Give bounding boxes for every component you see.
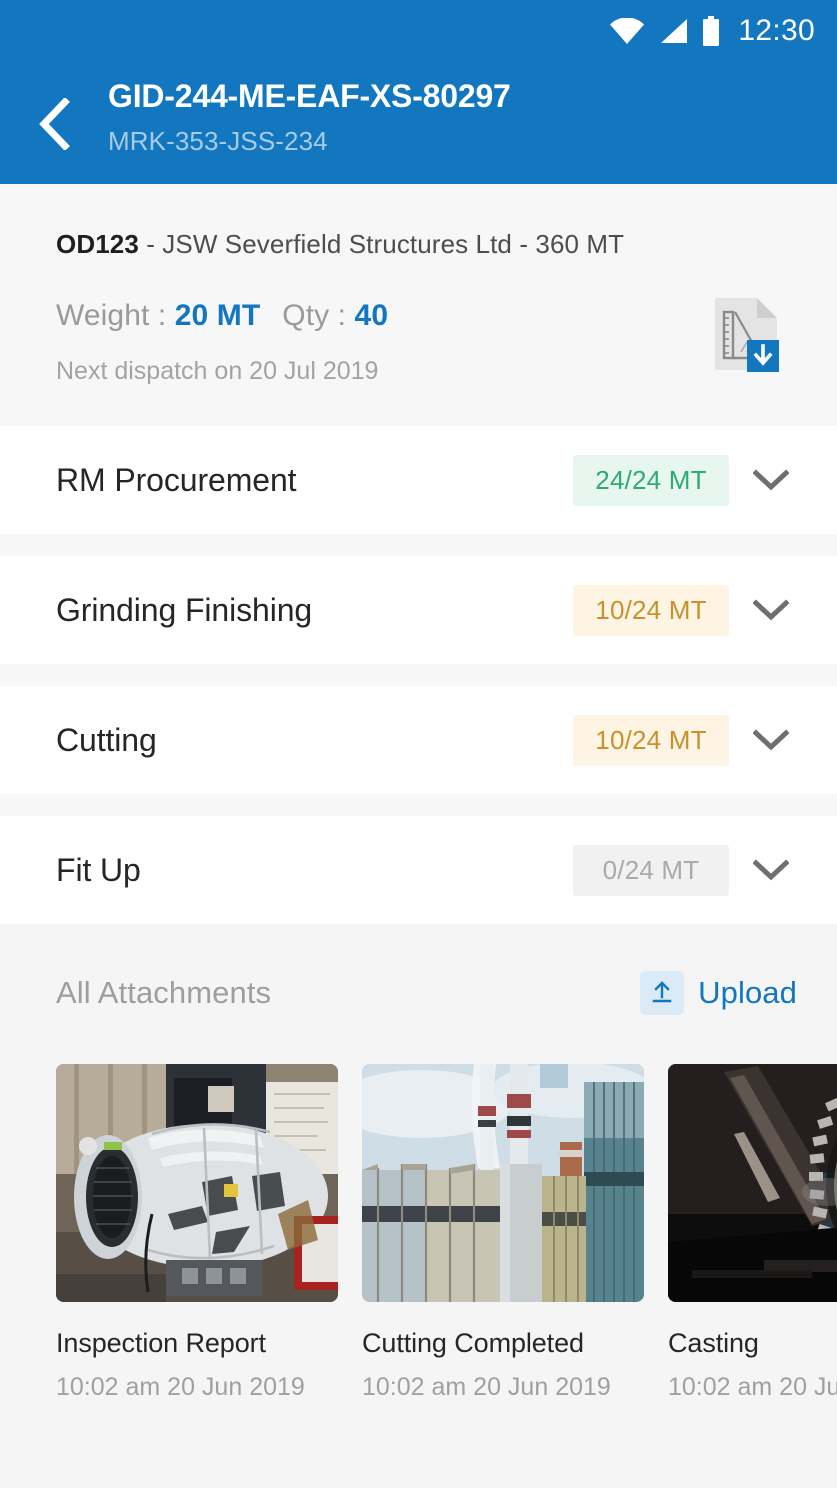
app-bar-titles: GID-244-ME-EAF-XS-80297 MRK-353-JSS-234 xyxy=(108,72,511,157)
attachment-card[interactable]: Inspection Report 10:02 am 20 Jun 2019 xyxy=(56,1063,338,1402)
attachment-card[interactable]: Cutting Completed 10:02 am 20 Jun 2019 xyxy=(362,1063,644,1402)
process-name: Fit Up xyxy=(56,851,141,888)
upload-arrow-icon xyxy=(652,981,672,1003)
attachments-scroller[interactable]: Inspection Report 10:02 am 20 Jun 2019 C… xyxy=(0,1024,837,1402)
industrial-factory-photo xyxy=(362,1063,644,1302)
attachment-timestamp: 10:02 am 20 Jun 2019 xyxy=(56,1372,305,1401)
order-info-panel: OD123 - JSW Severfield Structures Ltd - … xyxy=(0,184,837,426)
next-dispatch-text: Next dispatch on 20 Jul 2019 xyxy=(56,356,379,385)
process-row[interactable]: Cutting 10/24 MT xyxy=(0,685,837,794)
order-code: OD123 xyxy=(56,229,139,259)
process-row[interactable]: Fit Up 0/24 MT xyxy=(0,815,837,924)
drawing-download-button[interactable] xyxy=(713,296,779,372)
qty-value: 40 xyxy=(354,298,389,332)
chevron-down-icon xyxy=(753,729,789,751)
weight-qty-line: Weight : 20 MT Qty : 40 xyxy=(56,298,781,334)
process-list: RM Procurement 24/24 MT Grinding Finishi… xyxy=(0,425,837,924)
weight-value: 20 MT xyxy=(174,298,261,332)
process-progress-badge: 24/24 MT xyxy=(573,454,729,506)
attachment-timestamp: 10:02 am 20 Jun 2 xyxy=(668,1372,837,1401)
back-chevron-icon xyxy=(39,98,70,150)
battery-icon xyxy=(703,16,720,46)
attachments-header: All Attachments Upload xyxy=(0,962,837,1024)
process-name: RM Procurement xyxy=(56,461,297,498)
upload-label: Upload xyxy=(698,974,797,1010)
attachment-thumbnail[interactable] xyxy=(668,1063,837,1302)
attachments-section: All Attachments Upload Inspection Report… xyxy=(0,923,837,1488)
process-expand-button[interactable] xyxy=(729,859,813,881)
attachments-title: All Attachments xyxy=(56,974,272,1010)
app-bar-content: GID-244-ME-EAF-XS-80297 MRK-353-JSS-234 xyxy=(0,62,837,160)
attachment-thumbnail[interactable] xyxy=(56,1063,338,1302)
chevron-down-icon xyxy=(753,469,789,491)
white-machine-casting-photo xyxy=(56,1063,338,1302)
process-row[interactable]: Grinding Finishing 10/24 MT xyxy=(0,555,837,664)
status-bar-clock: 12:30 xyxy=(738,14,815,47)
process-progress-badge: 0/24 MT xyxy=(573,844,729,896)
chevron-down-icon xyxy=(753,859,789,881)
process-name: Cutting xyxy=(56,721,157,758)
process-row[interactable]: RM Procurement 24/24 MT xyxy=(0,425,837,534)
cellular-signal-icon xyxy=(661,19,688,43)
app-bar: 12:30 GID-244-ME-EAF-XS-80297 MRK-353-JS… xyxy=(0,0,837,184)
weight-label: Weight : xyxy=(56,298,175,332)
order-customer-and-tonnage: - JSW Severfield Structures Ltd - 360 MT xyxy=(138,229,625,259)
status-bar: 12:30 xyxy=(0,0,837,62)
wifi-icon xyxy=(610,18,645,44)
circular-saw-blade-photo xyxy=(668,1063,837,1302)
upload-button[interactable]: Upload xyxy=(640,970,797,1015)
process-expand-button[interactable] xyxy=(729,469,813,491)
attachment-name: Casting xyxy=(668,1327,759,1358)
drawing-download-icon xyxy=(715,298,779,372)
process-expand-button[interactable] xyxy=(729,599,813,621)
chevron-down-icon xyxy=(753,599,789,621)
process-progress-badge: 10/24 MT xyxy=(573,584,729,636)
upload-icon-container xyxy=(640,970,685,1015)
qty-label: Qty : xyxy=(282,298,355,332)
order-detail-screen: 12:30 GID-244-ME-EAF-XS-80297 MRK-353-JS… xyxy=(0,0,837,1488)
attachment-card[interactable]: Casting 10:02 am 20 Jun 2 xyxy=(668,1063,837,1402)
order-summary-line: OD123 - JSW Severfield Structures Ltd - … xyxy=(56,228,781,262)
process-expand-button[interactable] xyxy=(729,729,813,751)
page-title: GID-244-ME-EAF-XS-80297 xyxy=(108,78,511,114)
attachment-name: Cutting Completed xyxy=(362,1327,584,1358)
attachment-name: Inspection Report xyxy=(56,1327,266,1358)
attachment-thumbnail[interactable] xyxy=(362,1063,644,1302)
attachment-timestamp: 10:02 am 20 Jun 2019 xyxy=(362,1372,611,1401)
process-name: Grinding Finishing xyxy=(56,591,313,628)
page-subtitle: MRK-353-JSS-234 xyxy=(108,126,328,156)
back-button[interactable] xyxy=(26,88,82,160)
process-progress-badge: 10/24 MT xyxy=(573,714,729,766)
